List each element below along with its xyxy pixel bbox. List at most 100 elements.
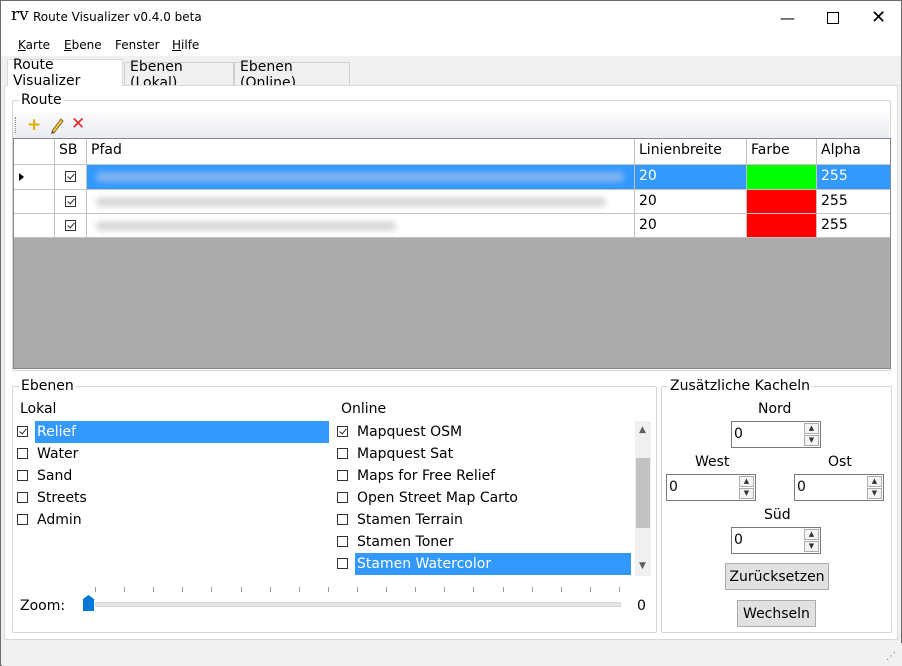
linienbreite-cell[interactable]: 20: [635, 190, 747, 214]
spin-down-icon[interactable]: ▼: [804, 435, 819, 446]
delete-icon[interactable]: ✕: [71, 114, 85, 134]
reset-button[interactable]: Zurücksetzen: [725, 563, 829, 590]
list-item[interactable]: Mapquest OSM: [337, 421, 633, 443]
layer-checkbox[interactable]: [337, 492, 348, 503]
grid-corner-header: [14, 139, 55, 165]
column-header-alpha[interactable]: Alpha: [817, 139, 890, 165]
layer-checkbox[interactable]: [17, 470, 28, 481]
scroll-down-icon[interactable]: ▼: [639, 561, 646, 571]
layer-label: Mapquest OSM: [357, 424, 463, 440]
sb-cell[interactable]: [55, 165, 87, 190]
sued-value[interactable]: 0: [734, 532, 743, 548]
list-item[interactable]: Admin: [17, 509, 331, 531]
layer-checkbox[interactable]: [17, 514, 28, 525]
layer-checkbox[interactable]: [17, 426, 28, 437]
switch-button[interactable]: Wechseln: [737, 600, 816, 627]
list-item[interactable]: Sand: [17, 465, 331, 487]
zoom-value: 0: [637, 598, 646, 614]
layer-label: Open Street Map Carto: [357, 490, 518, 506]
alpha-cell[interactable]: 255: [817, 214, 890, 238]
spin-down-icon[interactable]: ▼: [804, 541, 819, 552]
nord-label: Nord: [758, 401, 792, 417]
sb-cell[interactable]: [55, 190, 87, 214]
column-header-pfad[interactable]: Pfad: [87, 139, 635, 165]
edit-icon[interactable]: [49, 116, 65, 138]
row-header[interactable]: [14, 165, 55, 190]
online-label: Online: [341, 401, 387, 417]
slider-thumb[interactable]: [83, 595, 94, 611]
list-item[interactable]: Stamen Toner: [337, 531, 633, 553]
add-icon[interactable]: +: [27, 115, 41, 135]
menu-fenster[interactable]: Fenster: [115, 38, 160, 52]
blurred-path: [96, 221, 396, 231]
zoom-slider[interactable]: [83, 587, 623, 611]
spin-up-icon[interactable]: ▲: [804, 529, 819, 540]
list-item[interactable]: Streets: [17, 487, 331, 509]
app-window: rv Route Visualizer v0.4.0 beta — ✕ Kart…: [0, 0, 902, 666]
nord-spinner[interactable]: 0 ▲ ▼: [731, 421, 821, 448]
slider-tick: [619, 587, 620, 592]
west-label: West: [695, 454, 730, 470]
layer-checkbox[interactable]: [337, 426, 348, 437]
ost-value[interactable]: 0: [797, 479, 806, 495]
list-item[interactable]: Relief: [17, 421, 331, 443]
nord-value[interactable]: 0: [734, 426, 743, 442]
linienbreite-cell[interactable]: 20: [635, 165, 747, 190]
sued-spinner[interactable]: 0 ▲ ▼: [731, 527, 821, 554]
west-value[interactable]: 0: [669, 479, 678, 495]
list-item[interactable]: Water: [17, 443, 331, 465]
sb-cell[interactable]: [55, 214, 87, 238]
sb-checkbox[interactable]: [65, 196, 76, 207]
layer-checkbox[interactable]: [337, 514, 348, 525]
west-spinner[interactable]: 0 ▲ ▼: [666, 474, 756, 501]
ebenen-group-label: Ebenen: [21, 378, 74, 394]
list-item[interactable]: Stamen Watercolor: [337, 553, 633, 575]
layer-checkbox[interactable]: [337, 558, 348, 569]
resize-grip-icon[interactable]: ⋰: [886, 651, 896, 662]
ost-spinner[interactable]: 0 ▲ ▼: [794, 474, 884, 501]
menu-karte[interactable]: Karte: [18, 38, 50, 52]
row-header[interactable]: [14, 214, 55, 238]
close-button[interactable]: ✕: [856, 1, 901, 34]
menu-hilfe[interactable]: Hilfe: [172, 38, 199, 52]
list-item[interactable]: Maps for Free Relief: [337, 465, 633, 487]
scrollbar-thumb[interactable]: [636, 458, 650, 528]
column-header-linienbreite[interactable]: Linienbreite: [635, 139, 747, 165]
spin-up-icon[interactable]: ▲: [739, 476, 754, 487]
list-item[interactable]: Mapquest Sat: [337, 443, 633, 465]
tab-ebenen-online[interactable]: Ebenen (Online): [234, 59, 350, 91]
sb-checkbox[interactable]: [65, 171, 76, 182]
farbe-cell[interactable]: [747, 165, 817, 190]
sb-checkbox[interactable]: [65, 220, 76, 231]
slider-tick: [299, 587, 300, 592]
online-list-scrollbar[interactable]: ▲ ▼: [635, 421, 651, 576]
layer-label: Mapquest Sat: [357, 446, 454, 462]
alpha-cell[interactable]: 255: [817, 165, 890, 190]
status-bar: ⋰: [2, 643, 902, 666]
maximize-button[interactable]: [810, 1, 855, 34]
layer-checkbox[interactable]: [337, 448, 348, 459]
row-header[interactable]: [14, 190, 55, 214]
layer-checkbox[interactable]: [17, 448, 28, 459]
column-header-farbe[interactable]: Farbe: [747, 139, 817, 165]
tab-ebenen-lokal[interactable]: Ebenen (Lokal): [124, 59, 234, 91]
farbe-cell[interactable]: [747, 214, 817, 238]
farbe-cell[interactable]: [747, 190, 817, 214]
layer-checkbox[interactable]: [17, 492, 28, 503]
layer-checkbox[interactable]: [337, 470, 348, 481]
tab-route-visualizer[interactable]: Route Visualizer: [7, 57, 123, 89]
spin-up-icon[interactable]: ▲: [867, 476, 882, 487]
layer-checkbox[interactable]: [337, 536, 348, 547]
spin-up-icon[interactable]: ▲: [804, 423, 819, 434]
list-item[interactable]: Open Street Map Carto: [337, 487, 633, 509]
scroll-up-icon[interactable]: ▲: [639, 425, 646, 435]
blurred-path: [96, 197, 606, 207]
spin-down-icon[interactable]: ▼: [739, 488, 754, 499]
linienbreite-cell[interactable]: 20: [635, 214, 747, 238]
minimize-button[interactable]: —: [765, 1, 810, 34]
menu-ebene[interactable]: Ebene: [64, 38, 102, 52]
spin-down-icon[interactable]: ▼: [867, 488, 882, 499]
alpha-cell[interactable]: 255: [817, 190, 890, 214]
column-header-sb[interactable]: SB: [55, 139, 87, 165]
list-item[interactable]: Stamen Terrain: [337, 509, 633, 531]
